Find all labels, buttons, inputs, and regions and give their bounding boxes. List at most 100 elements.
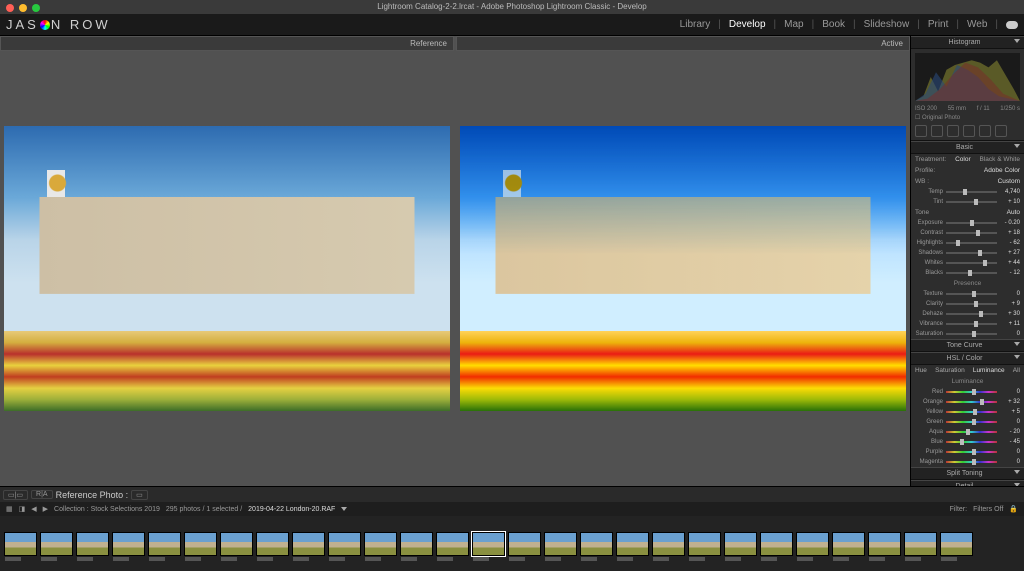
filmstrip-thumb[interactable]: [796, 532, 829, 556]
reference-view-icon[interactable]: R|A: [31, 490, 53, 499]
histogram-meta: ISO 20055 mmf / 111/250 s: [911, 105, 1024, 113]
module-library[interactable]: Library: [680, 19, 711, 30]
chevron-down-icon: [1014, 483, 1020, 486]
blacks-slider[interactable]: Blacks- 12: [911, 268, 1024, 278]
profile-row[interactable]: Profile:Adobe Color: [911, 165, 1024, 176]
dehaze-slider[interactable]: Dehaze+ 30: [911, 309, 1024, 319]
close-icon[interactable]: [6, 4, 14, 12]
lum-red-slider[interactable]: Red0: [911, 387, 1024, 397]
spot-tool-icon[interactable]: [931, 125, 943, 137]
auto-button[interactable]: Auto: [1007, 209, 1020, 216]
cloud-sync-icon[interactable]: [1006, 21, 1018, 29]
tone-curve-header[interactable]: Tone Curve: [911, 339, 1024, 352]
filmstrip[interactable]: [0, 516, 1024, 571]
basic-header[interactable]: Basic: [911, 141, 1024, 154]
brand-pre: JAS: [6, 17, 39, 32]
lum-aqua-slider[interactable]: Aqua- 20: [911, 427, 1024, 437]
radial-filter-icon[interactable]: [979, 125, 991, 137]
filmstrip-thumb[interactable]: [724, 532, 757, 556]
brush-tool-icon[interactable]: [995, 125, 1007, 137]
chevron-down-icon[interactable]: [341, 507, 347, 511]
filmstrip-thumb[interactable]: [940, 532, 973, 556]
module-map[interactable]: Map: [784, 19, 803, 30]
hsl-tab-all[interactable]: All: [1013, 367, 1020, 374]
filmstrip-thumb[interactable]: [364, 532, 397, 556]
lum-blue-slider[interactable]: Blue- 45: [911, 437, 1024, 447]
detail-header[interactable]: Detail: [911, 480, 1024, 486]
whites-slider[interactable]: Whites+ 44: [911, 258, 1024, 268]
active-photo[interactable]: [460, 126, 906, 411]
filmstrip-thumb[interactable]: [688, 532, 721, 556]
contrast-slider[interactable]: Contrast+ 18: [911, 228, 1024, 238]
filmstrip-thumb[interactable]: [508, 532, 541, 556]
module-web[interactable]: Web: [967, 19, 987, 30]
grid-view-icon[interactable]: ▦: [6, 505, 13, 513]
hsl-header[interactable]: HSL / Color: [911, 352, 1024, 365]
histogram-header[interactable]: Histogram: [911, 36, 1024, 49]
module-develop[interactable]: Develop: [729, 19, 766, 30]
filmstrip-thumb[interactable]: [76, 532, 109, 556]
filmstrip-thumb[interactable]: [868, 532, 901, 556]
hsl-tab-sat[interactable]: Saturation: [935, 367, 965, 374]
crop-tool-icon[interactable]: [915, 125, 927, 137]
lum-purple-slider[interactable]: Purple0: [911, 447, 1024, 457]
wb-row[interactable]: WB :Custom: [911, 176, 1024, 187]
chevron-down-icon: [1014, 144, 1020, 148]
temp-slider[interactable]: Temp4,740: [911, 187, 1024, 197]
lum-magenta-slider[interactable]: Magenta0: [911, 457, 1024, 467]
filmstrip-thumb[interactable]: [904, 532, 937, 556]
filters-off[interactable]: Filters Off: [973, 506, 1003, 513]
filmstrip-thumb[interactable]: [400, 532, 433, 556]
hsl-tab-hue[interactable]: Hue: [915, 367, 927, 374]
treatment-color[interactable]: Color: [955, 156, 971, 163]
filmstrip-thumb[interactable]: [4, 532, 37, 556]
zoom-icon[interactable]: [32, 4, 40, 12]
filmstrip-thumb[interactable]: [580, 532, 613, 556]
shadows-slider[interactable]: Shadows+ 27: [911, 248, 1024, 258]
treatment-bw[interactable]: Black & White: [980, 156, 1020, 163]
filmstrip-thumb[interactable]: [544, 532, 577, 556]
vibrance-slider[interactable]: Vibrance+ 11: [911, 319, 1024, 329]
histogram[interactable]: [915, 53, 1020, 101]
lum-green-slider[interactable]: Green0: [911, 417, 1024, 427]
filmstrip-thumb[interactable]: [292, 532, 325, 556]
filmstrip-thumb[interactable]: [472, 532, 505, 556]
highlights-slider[interactable]: Highlights- 62: [911, 238, 1024, 248]
exposure-slider[interactable]: Exposure- 0.20: [911, 218, 1024, 228]
lum-yellow-slider[interactable]: Yellow+ 5: [911, 407, 1024, 417]
filmstrip-thumb[interactable]: [436, 532, 469, 556]
saturation-slider[interactable]: Saturation0: [911, 329, 1024, 339]
window-controls[interactable]: [6, 4, 40, 12]
filmstrip-thumb[interactable]: [616, 532, 649, 556]
minimize-icon[interactable]: [19, 4, 27, 12]
filmstrip-thumb[interactable]: [220, 532, 253, 556]
filmstrip-thumb[interactable]: [148, 532, 181, 556]
redeye-tool-icon[interactable]: [947, 125, 959, 137]
reference-photo[interactable]: [4, 126, 450, 411]
filmstrip-thumb[interactable]: [40, 532, 73, 556]
lum-orange-slider[interactable]: Orange+ 32: [911, 397, 1024, 407]
filmstrip-thumb[interactable]: [832, 532, 865, 556]
nav-fwd-icon[interactable]: ▶: [43, 505, 48, 513]
clarity-slider[interactable]: Clarity+ 9: [911, 299, 1024, 309]
nav-back-icon[interactable]: ◀: [31, 505, 36, 513]
filmstrip-thumb[interactable]: [760, 532, 793, 556]
second-window-icon[interactable]: ◨: [19, 505, 26, 513]
filmstrip-thumb[interactable]: [256, 532, 289, 556]
reference-photo-well[interactable]: ▭: [131, 490, 148, 500]
grad-filter-icon[interactable]: [963, 125, 975, 137]
filmstrip-thumb[interactable]: [652, 532, 685, 556]
filmstrip-thumb[interactable]: [328, 532, 361, 556]
tint-slider[interactable]: Tint+ 10: [911, 197, 1024, 207]
source-path[interactable]: Collection : Stock Selections 2019: [54, 506, 160, 513]
split-toning-header[interactable]: Split Toning: [911, 467, 1024, 480]
module-print[interactable]: Print: [928, 19, 949, 30]
filmstrip-thumb[interactable]: [184, 532, 217, 556]
texture-slider[interactable]: Texture0: [911, 289, 1024, 299]
filter-lock-icon[interactable]: 🔒: [1009, 505, 1018, 513]
module-book[interactable]: Book: [822, 19, 845, 30]
module-slideshow[interactable]: Slideshow: [864, 19, 910, 30]
view-mode-toggle[interactable]: ▭|▭: [3, 490, 28, 500]
hsl-tab-lum[interactable]: Luminance: [973, 367, 1005, 374]
filmstrip-thumb[interactable]: [112, 532, 145, 556]
